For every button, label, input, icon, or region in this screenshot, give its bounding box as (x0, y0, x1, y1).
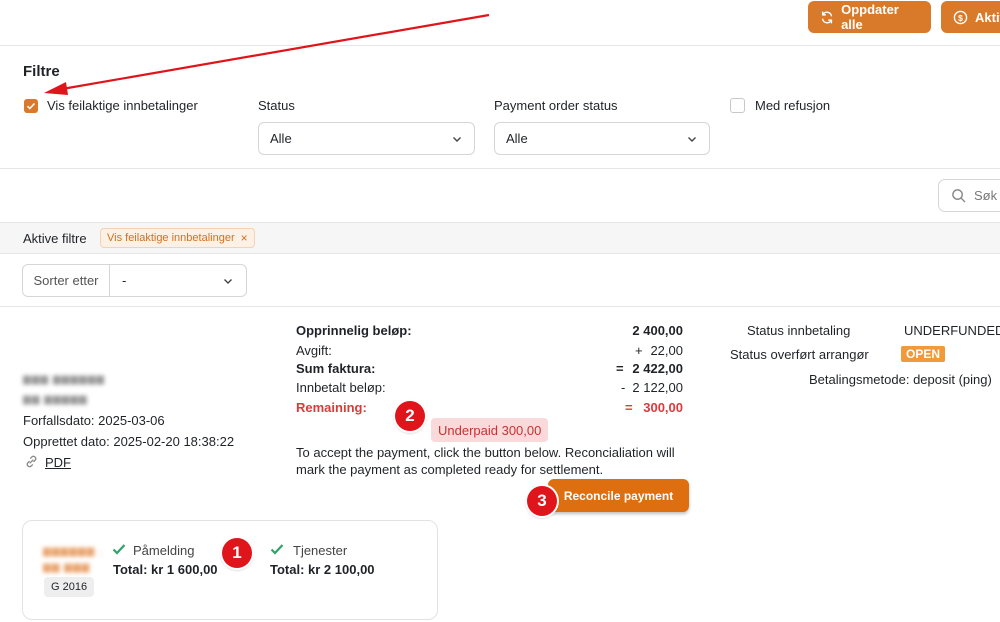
annotation-marker-2: 2 (395, 401, 425, 431)
annotation-arrow (44, 13, 490, 95)
annotation-marker-3: 3 (527, 486, 557, 516)
annotation-marker-1: 1 (222, 538, 252, 568)
